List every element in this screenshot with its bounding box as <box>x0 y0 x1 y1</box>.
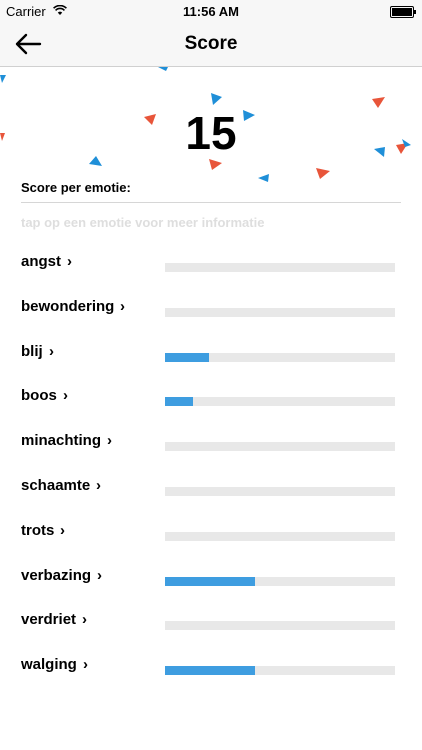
emotion-label: angst <box>21 253 62 270</box>
chevron-right-icon: › <box>63 387 68 405</box>
chevron-right-icon: › <box>67 253 72 270</box>
emotion-row-trots[interactable]: trots › <box>0 522 422 552</box>
emotion-score-fill <box>165 352 209 362</box>
emotion-score-bar <box>165 352 395 362</box>
emotion-row-schaamte[interactable]: schaamte › <box>0 477 422 507</box>
chevron-right-icon: › <box>82 611 87 629</box>
emotion-row-walging[interactable]: walging › <box>0 656 422 686</box>
emotion-row-bewondering[interactable]: bewondering › <box>0 298 422 328</box>
emotion-label: blij <box>21 342 43 360</box>
chevron-right-icon: › <box>83 656 88 674</box>
emotion-label: walging <box>21 656 77 674</box>
emotion-label: bewondering <box>21 297 115 315</box>
navigation-bar: Score <box>0 22 422 67</box>
hint-text: tap op een emotie voor meer informatie <box>21 215 265 230</box>
chevron-right-icon: › <box>60 521 65 539</box>
chevron-right-icon: › <box>120 297 125 315</box>
emotion-score-bar <box>165 621 395 631</box>
emotion-row-blij[interactable]: blij › <box>0 343 422 373</box>
emotion-score-fill <box>165 397 193 407</box>
total-score: 15 <box>185 107 237 159</box>
emotion-row-minachting[interactable]: minachting › <box>0 432 422 462</box>
emotion-score-bar <box>165 397 395 407</box>
chevron-right-icon: › <box>49 342 54 360</box>
emotion-score-bar <box>165 531 395 541</box>
emotion-row-boos[interactable]: boos › <box>0 387 422 417</box>
emotion-score-bar <box>165 487 395 496</box>
chevron-right-icon: › <box>96 477 101 494</box>
emotion-label: minachting <box>21 432 102 450</box>
emotion-row-verbazing[interactable]: verbazing › <box>0 567 422 597</box>
page-title: Score <box>184 33 238 54</box>
emotion-score-fill <box>165 666 255 676</box>
emotion-score-bar <box>165 576 395 586</box>
emotion-label: verbazing <box>21 566 92 584</box>
emotion-score-bar <box>165 666 395 676</box>
emotion-label: trots <box>21 521 55 539</box>
emotion-score-bar <box>165 263 395 272</box>
emotion-label: schaamte <box>21 477 91 494</box>
emotion-score-fill <box>165 576 255 586</box>
clock: 11:56 AM <box>183 4 239 19</box>
emotion-label: verdriet <box>21 611 77 629</box>
status-bar: Carrier 11:56 AM <box>0 0 422 22</box>
emotion-row-verdriet[interactable]: verdriet › <box>0 611 422 641</box>
chevron-right-icon: › <box>107 432 112 450</box>
emotion-score-bar <box>165 307 395 317</box>
section-title: Score per emotie: <box>21 180 131 195</box>
divider <box>21 202 401 203</box>
emotion-row-angst[interactable]: angst › <box>0 253 422 283</box>
emotion-score-bar <box>165 442 395 452</box>
emotion-label: boos <box>21 387 57 405</box>
battery-icon <box>390 6 416 18</box>
chevron-right-icon: › <box>97 566 102 584</box>
